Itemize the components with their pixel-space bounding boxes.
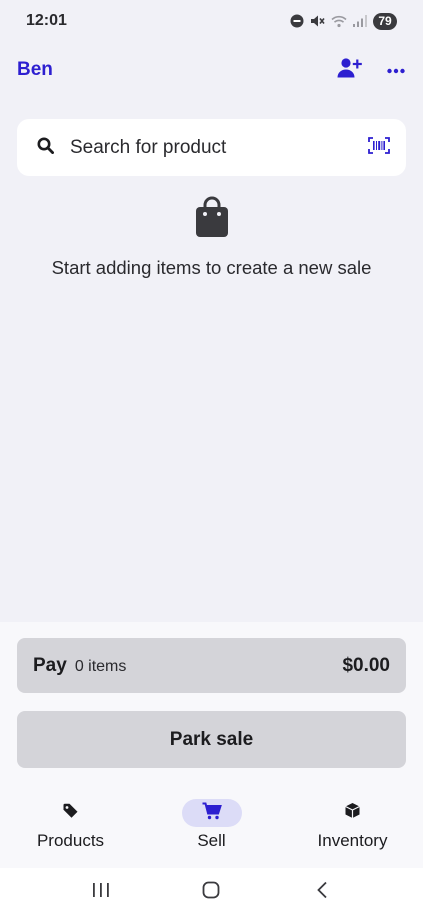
tab-sell-label: Sell bbox=[197, 831, 226, 850]
search-icon bbox=[37, 137, 54, 159]
battery-indicator: 79 bbox=[373, 12, 397, 30]
back-icon bbox=[316, 881, 328, 904]
tab-sell-icon-wrap bbox=[181, 799, 242, 827]
box-icon bbox=[344, 802, 361, 824]
tab-products[interactable]: Products bbox=[0, 794, 141, 868]
search-input[interactable] bbox=[70, 136, 368, 159]
header-actions bbox=[337, 57, 405, 84]
status-icons: 79 bbox=[290, 12, 397, 30]
shopping-bag-icon bbox=[194, 196, 230, 243]
pay-button[interactable]: Pay 0 items $0.00 bbox=[17, 638, 406, 693]
user-name[interactable]: Ben bbox=[17, 59, 53, 81]
recent-apps-button[interactable] bbox=[71, 873, 131, 913]
status-bar: 12:01 79 bbox=[0, 0, 423, 42]
checkout-panel: Pay 0 items $0.00 Park sale Products Sel… bbox=[0, 622, 423, 868]
add-customer-button[interactable] bbox=[337, 57, 363, 84]
barcode-scanner-icon bbox=[368, 136, 390, 159]
mute-icon bbox=[310, 14, 325, 28]
home-icon bbox=[202, 881, 220, 904]
tab-inventory-label: Inventory bbox=[317, 831, 388, 850]
back-button[interactable] bbox=[292, 873, 352, 913]
barcode-scan-button[interactable] bbox=[368, 136, 390, 159]
park-sale-button[interactable]: Park sale bbox=[17, 711, 406, 768]
park-sale-label: Park sale bbox=[169, 728, 254, 750]
tab-inventory[interactable]: Inventory bbox=[282, 794, 423, 868]
sell-screen: 12:01 79 Ben Search for product Start ad… bbox=[0, 0, 423, 917]
app-header: Ben bbox=[0, 48, 423, 92]
more-options-button[interactable] bbox=[387, 61, 405, 79]
product-search-box bbox=[17, 119, 406, 176]
status-time: 12:01 bbox=[26, 12, 67, 29]
do-not-disturb-icon bbox=[290, 14, 304, 28]
add-user-icon bbox=[337, 57, 363, 84]
signal-icon bbox=[353, 15, 367, 27]
tag-icon bbox=[62, 802, 79, 824]
sale-total: $0.00 bbox=[342, 654, 390, 676]
more-icon bbox=[387, 61, 405, 79]
tab-products-icon-wrap bbox=[41, 799, 101, 827]
empty-state-message: Start adding items to create a new sale bbox=[51, 257, 372, 278]
cart-icon bbox=[202, 802, 222, 825]
empty-cart-state: Start adding items to create a new sale bbox=[0, 196, 423, 279]
tab-products-label: Products bbox=[36, 831, 105, 850]
tab-inventory-icon-wrap bbox=[323, 799, 383, 827]
item-count: 0 items bbox=[74, 658, 127, 675]
bottom-tab-bar: Products Sell Inventory bbox=[0, 794, 423, 868]
tab-sell[interactable]: Sell bbox=[141, 794, 282, 868]
system-nav-bar bbox=[0, 868, 423, 917]
wifi-icon bbox=[331, 15, 347, 28]
pay-label: Pay bbox=[33, 654, 67, 676]
home-button[interactable] bbox=[181, 873, 241, 913]
recent-apps-icon bbox=[92, 882, 110, 903]
